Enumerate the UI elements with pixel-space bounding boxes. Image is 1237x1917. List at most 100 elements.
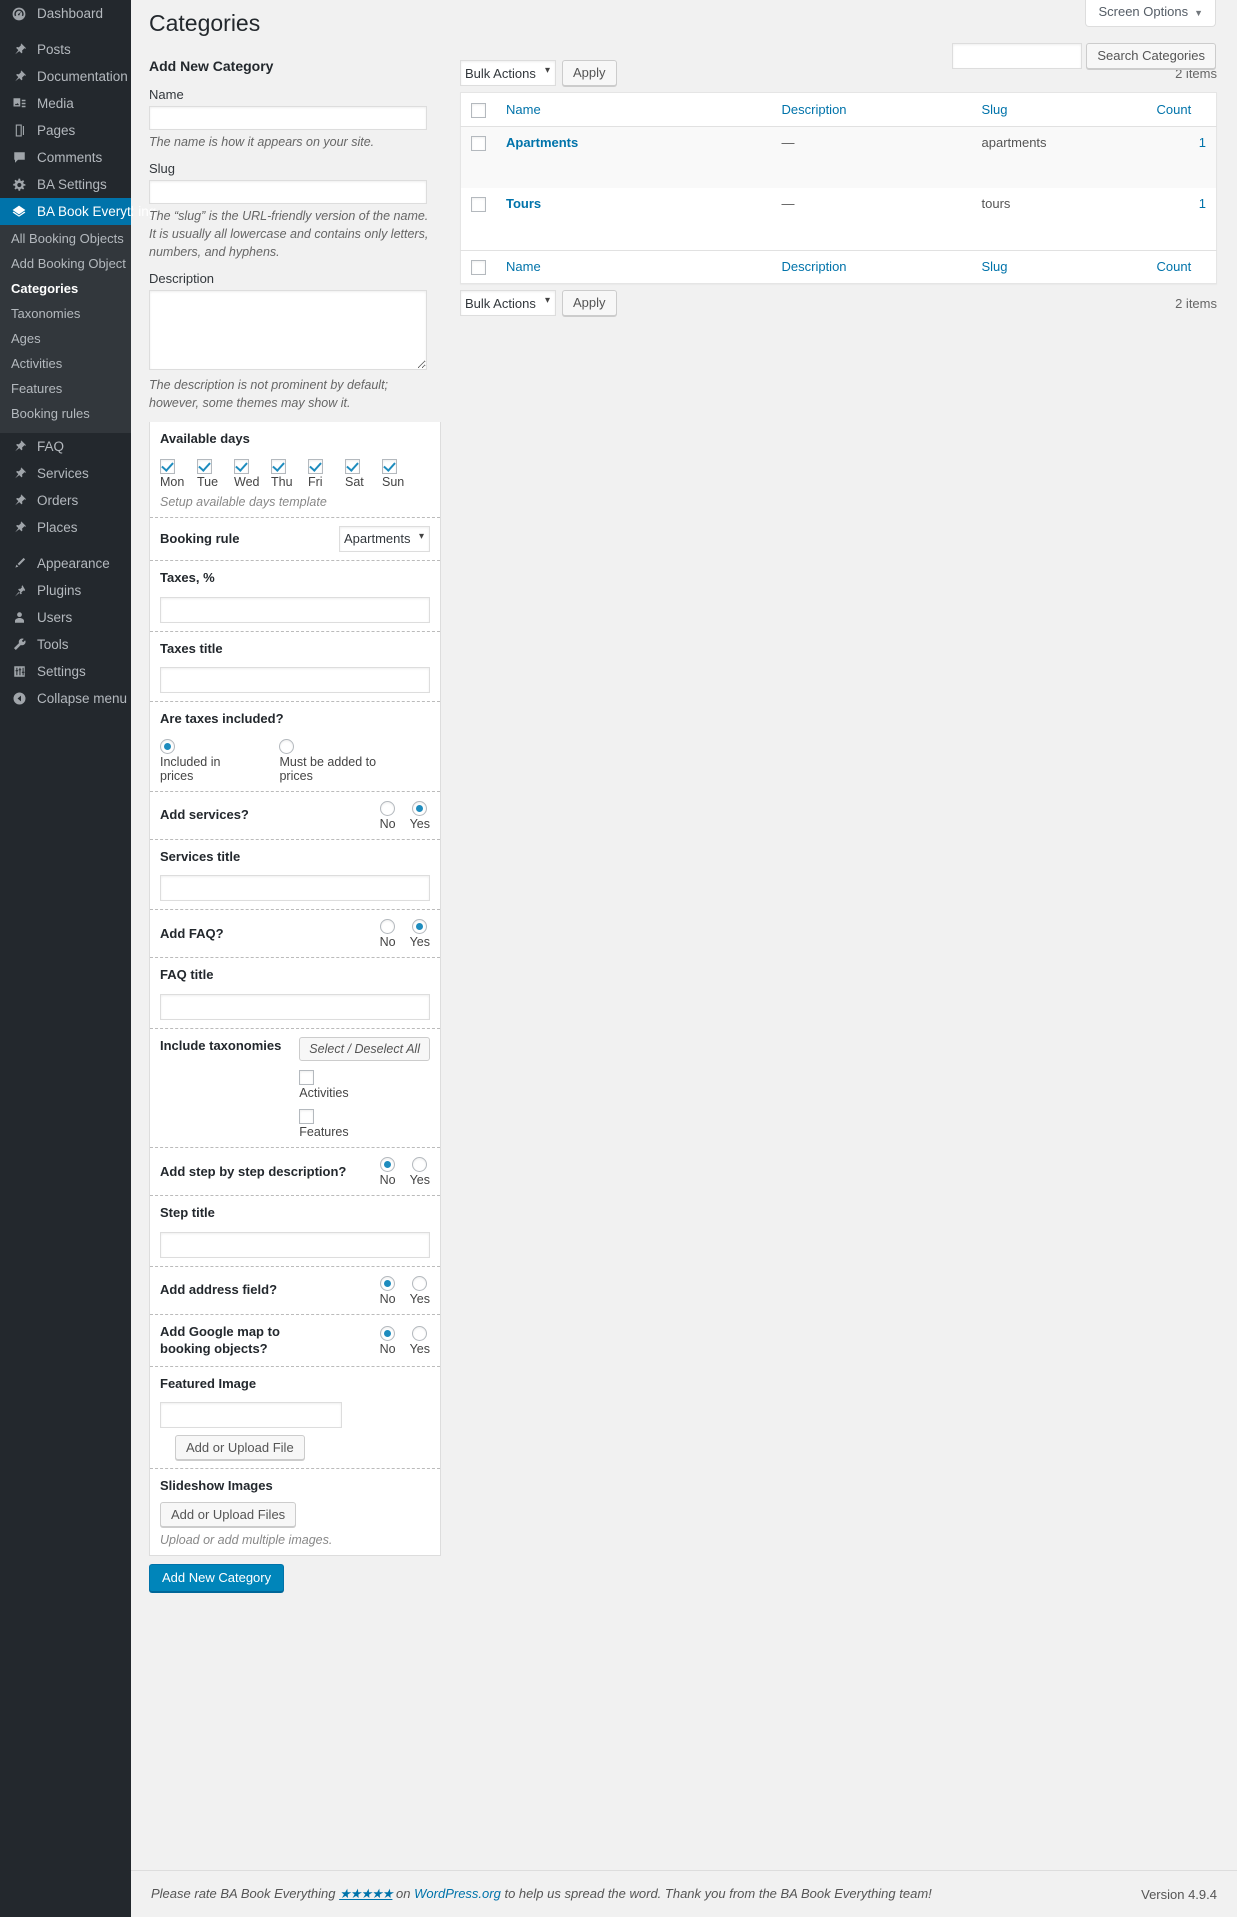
rating-stars-link[interactable]: ★★★★★ (339, 1886, 393, 1901)
sidebar-item-pages[interactable]: Pages (0, 117, 131, 144)
featured-image-input[interactable] (160, 1402, 342, 1429)
add-services-radio-no[interactable] (380, 800, 396, 816)
google-map-radio-no[interactable] (380, 1325, 396, 1341)
day-sat-checkbox[interactable] (345, 458, 360, 474)
apply-button-bottom[interactable]: Apply (562, 290, 617, 317)
faq-title-label: FAQ title (160, 967, 214, 983)
column-header-slug[interactable]: Slug (971, 92, 1147, 127)
booking-rule-select[interactable]: Apartments (339, 525, 430, 552)
sidebar-item-services[interactable]: Services (0, 460, 131, 487)
sidebar-item-dashboard[interactable]: Dashboard (0, 0, 131, 27)
day-tue-checkbox[interactable] (197, 458, 212, 474)
column-footer-name[interactable]: Name (496, 249, 772, 284)
taxonomy-activities-checkbox[interactable] (299, 1069, 315, 1085)
featured-image-upload-button[interactable]: Add or Upload File (175, 1435, 305, 1461)
select-all-checkbox-bottom[interactable] (471, 260, 486, 276)
sidebar-item-activities[interactable]: Activities (0, 351, 131, 376)
day-wed-checkbox[interactable] (234, 458, 249, 474)
add-faq-radio-yes[interactable] (412, 919, 428, 935)
collapse-menu-button[interactable]: Collapse menu (0, 685, 131, 712)
sidebar-item-orders[interactable]: Orders (0, 487, 131, 514)
column-header-description[interactable]: Description (771, 92, 972, 127)
step-by-step-radio-no[interactable] (380, 1157, 396, 1173)
google-map-radio-yes[interactable] (412, 1325, 428, 1341)
taxes-title-input[interactable] (160, 667, 430, 694)
sidebar-item-appearance[interactable]: Appearance (0, 550, 131, 577)
column-footer-count[interactable]: Count (1146, 249, 1217, 284)
sidebar-item-media[interactable]: Media (0, 90, 131, 117)
sidebar-item-label: Dashboard (37, 6, 104, 21)
address-field-radio-yes[interactable] (412, 1275, 428, 1291)
slug-input[interactable] (149, 179, 427, 204)
sidebar-item-features[interactable]: Features (0, 376, 131, 401)
form-heading: Add New Category (149, 58, 274, 74)
pages-icon (8, 122, 30, 140)
taxes-included-label: Are taxes included? (160, 711, 284, 727)
taxonomy-features-checkbox[interactable] (299, 1109, 315, 1124)
column-header-count[interactable]: Count (1146, 92, 1217, 127)
select-all-checkbox-top[interactable] (471, 102, 486, 118)
address-field-radio-no[interactable] (380, 1275, 396, 1291)
add-faq-option-yes: Yes (410, 918, 430, 949)
taxes-percent-input[interactable] (160, 596, 430, 623)
sidebar-item-categories[interactable]: Categories (0, 276, 131, 301)
sidebar-item-tools[interactable]: Tools (0, 631, 131, 658)
slideshow-upload-button[interactable]: Add or Upload Files (160, 1501, 297, 1527)
sidebar-item-faq[interactable]: FAQ (0, 433, 131, 460)
row-checkbox-tours[interactable] (471, 197, 486, 213)
sidebar-item-add-booking-object[interactable]: Add Booking Object (0, 251, 131, 276)
sidebar-item-ages[interactable]: Ages (0, 326, 131, 351)
sidebar-item-comments[interactable]: Comments (0, 144, 131, 171)
footer-text-on: on (396, 1886, 411, 1901)
taxes-percent-row: Taxes, % (150, 561, 440, 632)
step-by-step-option-yes: Yes (410, 1156, 430, 1187)
sidebar-item-settings[interactable]: Settings (0, 658, 131, 685)
bulk-actions-select-bottom[interactable]: Bulk Actions (460, 290, 556, 317)
day-fri-checkbox[interactable] (308, 458, 323, 474)
category-link-tours[interactable]: Tours (506, 196, 541, 211)
sidebar-item-places[interactable]: Places (0, 514, 131, 541)
count-link-tours[interactable]: 1 (1199, 196, 1206, 211)
select-deselect-all-button[interactable]: Select / Deselect All (299, 1036, 430, 1061)
name-input[interactable] (149, 105, 427, 130)
category-link-apartments[interactable]: Apartments (506, 135, 578, 150)
faq-title-input[interactable] (160, 993, 430, 1020)
taxes-included-radio-added[interactable] (279, 738, 295, 754)
add-faq-radio-no[interactable] (380, 919, 396, 935)
day-mon-checkbox[interactable] (160, 458, 175, 474)
step-by-step-radio-yes[interactable] (412, 1157, 428, 1173)
count-link-apartments[interactable]: 1 (1199, 135, 1206, 150)
sidebar-item-ba-book-everything[interactable]: BA Book Everything (0, 198, 156, 225)
day-sun-checkbox[interactable] (382, 458, 397, 474)
description-textarea[interactable] (149, 290, 427, 371)
table-header-row: Name Description Slug Count (460, 92, 1217, 127)
google-map-label: Add Google map to booking objects? (160, 1323, 280, 1357)
row-name-cell: Apartments (496, 126, 772, 188)
column-footer-slug[interactable]: Slug (971, 249, 1147, 284)
sidebar-item-booking-rules[interactable]: Booking rules (0, 401, 131, 426)
column-header-name[interactable]: Name (496, 92, 772, 127)
sidebar-item-posts[interactable]: Posts (0, 36, 131, 63)
step-title-input[interactable] (160, 1231, 430, 1258)
sidebar-item-plugins[interactable]: Plugins (0, 577, 131, 604)
featured-image-label: Featured Image (160, 1375, 257, 1391)
services-title-input[interactable] (160, 875, 430, 902)
row-checkbox-apartments[interactable] (471, 135, 486, 151)
taxes-included-radio-included[interactable] (160, 738, 175, 754)
sidebar-item-all-booking-objects[interactable]: All Booking Objects (0, 226, 131, 251)
day-thu-checkbox[interactable] (271, 458, 286, 474)
add-services-radio-yes[interactable] (412, 800, 428, 816)
bulk-actions-select-top[interactable]: Bulk Actions (460, 60, 556, 86)
column-footer-description[interactable]: Description (771, 249, 972, 284)
sidebar-item-taxonomies[interactable]: Taxonomies (0, 301, 131, 326)
wordpress-org-link[interactable]: WordPress.org (414, 1886, 501, 1901)
search-categories-button[interactable]: Search Categories (1086, 43, 1216, 69)
add-faq-label-yes: Yes (409, 935, 430, 950)
apply-button-top[interactable]: Apply (562, 60, 617, 86)
description-label: Description (149, 271, 215, 287)
sidebar-item-ba-settings[interactable]: BA Settings (0, 171, 131, 198)
add-new-category-submit[interactable]: Add New Category (149, 1563, 285, 1592)
search-input[interactable] (952, 43, 1083, 69)
sidebar-item-users[interactable]: Users (0, 604, 131, 631)
sidebar-item-documentation[interactable]: Documentation (0, 63, 131, 90)
